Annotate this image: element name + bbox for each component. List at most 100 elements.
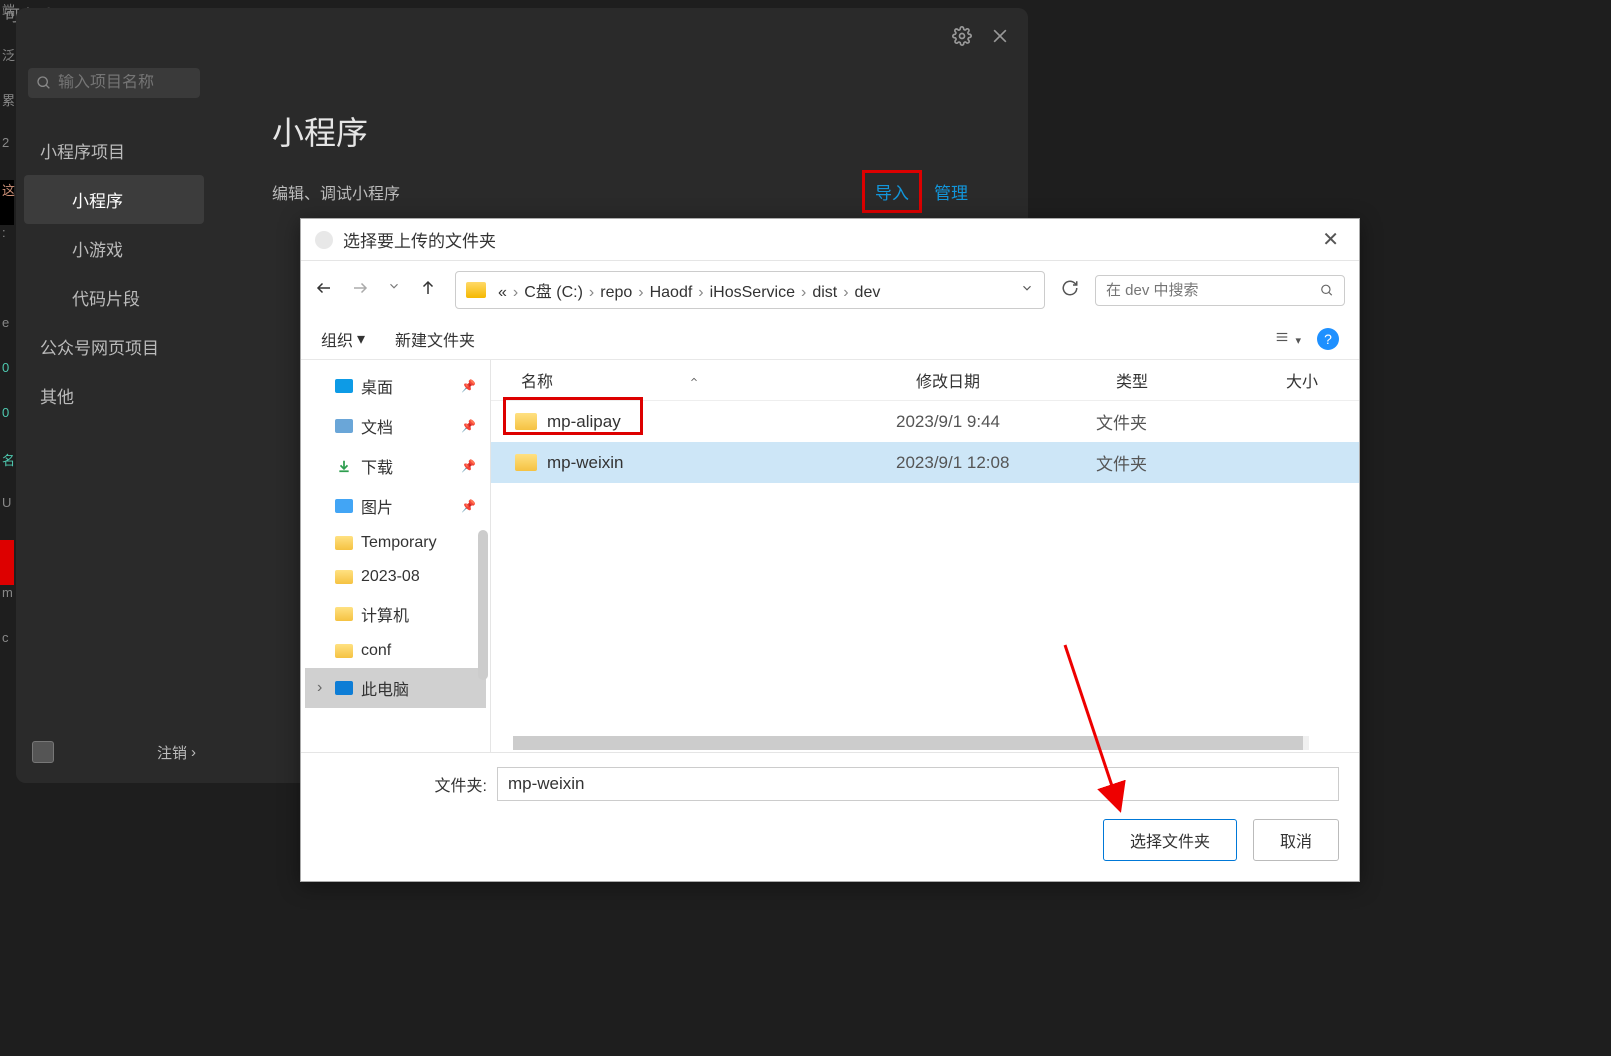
tree-item-label: 此电脑 (361, 676, 409, 700)
nav-forward-icon[interactable] (351, 279, 369, 302)
breadcrumb[interactable]: «›C盘 (C:)›repo›Haodf›iHosService›dist›de… (455, 271, 1045, 309)
tree-item-label: Temporary (361, 534, 437, 552)
search-icon (1320, 283, 1334, 298)
tree-scrollbar[interactable] (478, 530, 488, 680)
dialog-footer: 文件夹: 选择文件夹 取消 (301, 752, 1359, 881)
tree-item[interactable]: 计算机 (305, 594, 486, 634)
breadcrumb-segment[interactable]: dev (855, 284, 881, 301)
tree-item[interactable]: 桌面📌 (305, 366, 486, 406)
breadcrumb-segment[interactable]: « (498, 284, 507, 301)
file-name: mp-alipay (547, 412, 621, 432)
refresh-icon[interactable] (1051, 273, 1089, 308)
nav-group[interactable]: 公众号网页项目 (16, 322, 212, 371)
help-icon[interactable]: ? (1317, 328, 1339, 350)
logout-button[interactable]: 注销 › (157, 742, 196, 763)
folder-name-input[interactable] (497, 767, 1339, 801)
new-folder-button[interactable]: 新建文件夹 (395, 327, 475, 351)
breadcrumb-segment[interactable]: iHosService (710, 284, 795, 301)
dialog-toolbar: 组织 ▾ 新建文件夹 ▾ ? (301, 319, 1359, 360)
dialog-close-button[interactable]: ✕ (1316, 227, 1345, 252)
pin-icon: 📌 (461, 459, 476, 473)
cancel-button[interactable]: 取消 (1253, 819, 1339, 861)
horizontal-scrollbar[interactable] (513, 736, 1309, 750)
chevron-right-icon: › (638, 284, 643, 301)
chevron-right-icon: › (698, 284, 703, 301)
file-list-header[interactable]: 名称 修改日期 类型 大小 (491, 360, 1359, 401)
column-name: 名称 (521, 368, 553, 392)
chevron-down-icon[interactable] (387, 279, 401, 302)
tree-item-label: 文档 (361, 414, 393, 438)
pin-icon: 📌 (461, 499, 476, 513)
file-row[interactable]: mp-weixin2023/9/1 12:08文件夹 (491, 442, 1359, 483)
column-type: 类型 (1086, 368, 1256, 392)
dialog-titlebar: 选择要上传的文件夹 ✕ (301, 219, 1359, 261)
file-date: 2023/9/1 9:44 (886, 412, 1086, 432)
chevron-right-icon: › (801, 284, 806, 301)
caret-down-icon: ▾ (357, 329, 365, 349)
tree-item-label: 图片 (361, 494, 393, 518)
chevron-right-icon: › (191, 744, 196, 761)
nav-item[interactable]: 小程序 (24, 175, 204, 224)
folder-input-label: 文件夹: (431, 772, 487, 796)
tree-item[interactable]: 此电脑 (305, 668, 486, 708)
tree-item-label: 2023-08 (361, 568, 420, 586)
gear-icon[interactable] (952, 26, 972, 51)
sort-up-icon (689, 375, 699, 385)
file-type: 文件夹 (1086, 409, 1256, 434)
select-folder-button[interactable]: 选择文件夹 (1103, 819, 1237, 861)
file-name: mp-weixin (547, 453, 624, 473)
editor-gutter-strip: 端泛累2这:e00名Umc (0, 0, 14, 1056)
folder-icon (335, 570, 353, 584)
nav-back-icon[interactable] (315, 279, 333, 302)
folder-icon (335, 419, 353, 433)
wechat-icon (315, 231, 333, 249)
search-input[interactable] (58, 74, 192, 92)
sidebar: 小程序项目小程序小游戏代码片段公众号网页项目其他 注销 › (16, 8, 212, 783)
view-mode-button[interactable]: ▾ (1273, 330, 1301, 349)
folder-tree[interactable]: 桌面📌文档📌下载📌图片📌Temporary2023-08计算机conf此电脑 (301, 360, 491, 752)
pin-icon: 📌 (461, 379, 476, 393)
import-highlight-box: 导入 (862, 170, 922, 213)
download-icon (335, 459, 353, 473)
chevron-right-icon: › (843, 284, 848, 301)
folder-icon (335, 681, 353, 695)
organize-menu[interactable]: 组织 ▾ (321, 327, 365, 351)
breadcrumb-segment[interactable]: dist (812, 284, 837, 301)
search-icon (36, 75, 52, 91)
folder-icon (335, 536, 353, 550)
dialog-nav-bar: «›C盘 (C:)›repo›Haodf›iHosService›dist›de… (301, 261, 1359, 319)
nav-group[interactable]: 小程序项目 (16, 126, 212, 175)
tree-item[interactable]: Temporary (305, 526, 486, 560)
folder-icon (466, 282, 486, 298)
nav-item[interactable]: 小游戏 (24, 224, 204, 273)
breadcrumb-segment[interactable]: Haodf (650, 284, 693, 301)
file-list-area: 名称 修改日期 类型 大小 mp-alipay2023/9/1 9:44文件夹m… (491, 360, 1359, 752)
tree-item[interactable]: conf (305, 634, 486, 668)
folder-icon (335, 607, 353, 621)
folder-icon (335, 379, 353, 393)
column-date: 修改日期 (886, 368, 1086, 392)
tree-item[interactable]: 文档📌 (305, 406, 486, 446)
tree-item[interactable]: 2023-08 (305, 560, 486, 594)
avatar[interactable] (32, 741, 54, 763)
nav-group[interactable]: 其他 (16, 371, 212, 420)
import-link[interactable]: 导入 (875, 184, 909, 203)
tree-item-label: 下载 (361, 454, 393, 478)
tree-item-label: 计算机 (361, 602, 409, 626)
tree-item-label: conf (361, 642, 391, 660)
folder-search-input[interactable] (1106, 282, 1320, 299)
project-search[interactable] (28, 68, 200, 98)
nav-up-icon[interactable] (419, 279, 437, 302)
tree-item[interactable]: 下载 📌 (305, 446, 486, 486)
breadcrumb-segment[interactable]: repo (600, 284, 632, 301)
tree-item[interactable]: 图片 📌 (305, 486, 486, 526)
breadcrumb-segment[interactable]: C盘 (C:) (524, 284, 583, 301)
folder-search[interactable] (1095, 275, 1345, 306)
nav-item[interactable]: 代码片段 (24, 273, 204, 322)
manage-link[interactable]: 管理 (926, 179, 968, 204)
close-icon[interactable] (990, 26, 1010, 51)
file-row[interactable]: mp-alipay 2023/9/1 9:44文件夹 (491, 401, 1359, 442)
sidebar-nav: 小程序项目小程序小游戏代码片段公众号网页项目其他 (16, 106, 212, 729)
chevron-down-icon[interactable] (1020, 281, 1034, 300)
page-subtitle: 编辑、调试小程序 (272, 180, 400, 204)
